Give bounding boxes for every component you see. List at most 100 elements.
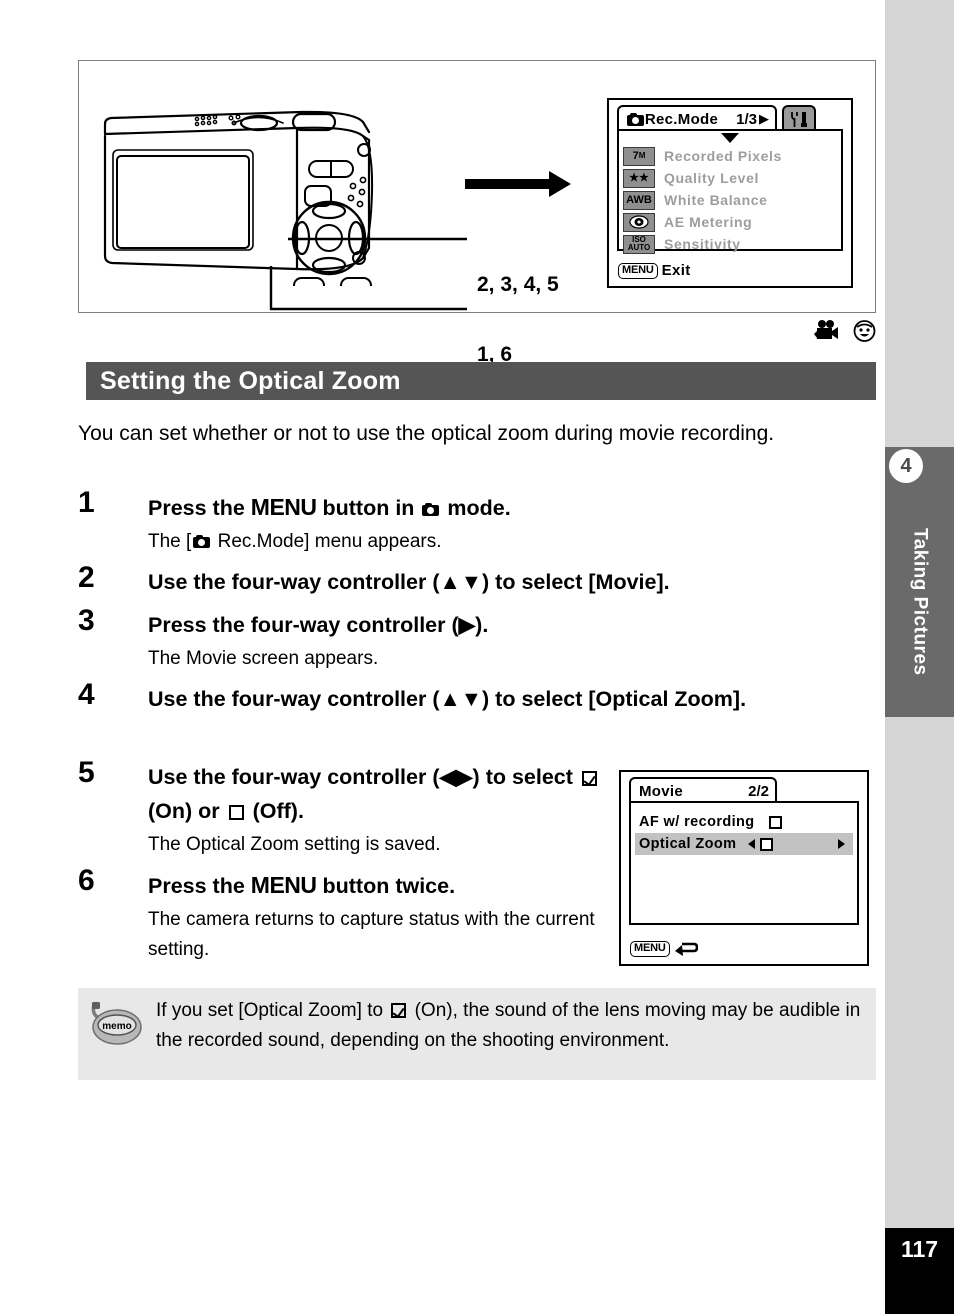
rec-mode-screen: Rec.Mode 1/3 ▶ 7M Recorded Pixels ★★ Qua… <box>607 98 853 288</box>
step-number: 6 <box>78 864 95 897</box>
ae-metering-icon <box>623 212 655 232</box>
rec-mode-list-body: 7M Recorded Pixels ★★ Quality Level AWB … <box>617 129 843 254</box>
chapter-title: Taking Pictures <box>909 528 931 676</box>
section-intro: You can set whether or not to use the op… <box>78 422 775 445</box>
callout-controller-label: 2, 3, 4, 5 <box>477 273 559 296</box>
step-title-part: button in <box>316 496 421 520</box>
section-heading: Setting the Optical Zoom <box>86 362 876 400</box>
menu-chip[interactable]: MENU <box>618 262 658 279</box>
step-description: The [ Rec.Mode] menu appears. <box>148 527 878 557</box>
checkbox-off-icon <box>228 805 244 820</box>
rec-mode-page-indicator: 1/3 <box>736 110 757 128</box>
rec-mode-title: Rec.Mode <box>644 110 719 128</box>
rec-mode-item-label: Recorded Pixels <box>664 148 782 164</box>
step-description: The Optical Zoom setting is saved. <box>148 834 441 855</box>
step-4: 4 Use the four-way controller (▲▼) to se… <box>78 678 878 716</box>
step-5: 5 Use the four-way controller (◀▶) to se… <box>78 756 608 860</box>
step-description: The Movie screen appears. <box>148 648 379 669</box>
movie-mode-icon <box>814 320 838 339</box>
rec-mode-item-quality-level[interactable]: ★★ Quality Level <box>623 167 837 189</box>
step-title: Press the MENU button in mode. <box>148 490 878 525</box>
step-title: Use the four-way controller (▲▼) to sele… <box>148 570 670 594</box>
rec-mode-item-list: 7M Recorded Pixels ★★ Quality Level AWB … <box>623 145 837 255</box>
step-title-part: (On) or <box>148 799 226 823</box>
step-number: 1 <box>78 486 95 519</box>
svg-text:memo: memo <box>102 1021 131 1032</box>
step-number: 3 <box>78 604 95 637</box>
movie-item-optical-zoom[interactable]: Optical Zoom <box>635 833 853 855</box>
rec-mode-tab-row: Rec.Mode 1/3 ▶ <box>614 105 846 131</box>
left-arrow-icon[interactable] <box>748 839 756 849</box>
movie-list-body: AF w/ recording Optical Zoom <box>629 801 859 925</box>
menu-chip[interactable]: MENU <box>630 941 670 957</box>
memo-box: memo If you set [Optical Zoom] to (On), … <box>78 988 876 1080</box>
movie-footer: MENU <box>630 941 698 957</box>
movie-item-value[interactable] <box>748 837 774 851</box>
rec-mode-item-white-balance[interactable]: AWB White Balance <box>623 189 837 211</box>
step-1: 1 Press the MENU button in mode. The [ R… <box>78 486 878 557</box>
setup-wrench-icon <box>790 111 807 127</box>
memo-icon: memo <box>91 1002 142 1045</box>
menu-button-word: MENU <box>250 872 317 898</box>
step-3: 3 Press the four-way controller (▶). The… <box>78 604 878 674</box>
back-arrow-icon <box>674 942 698 956</box>
step-title: Press the four-way controller (▶). <box>148 613 489 637</box>
step-title-part: Press the <box>148 874 251 898</box>
movie-screen: Movie 2/2 AF w/ recording Optical Zoom M… <box>619 770 869 966</box>
movie-page-indicator: 2/2 <box>748 782 769 800</box>
page-right-arrow-icon: ▶ <box>759 111 769 126</box>
memo-text-part: If you set [Optical Zoom] to <box>156 1000 389 1021</box>
rec-mode-item-label: AE Metering <box>664 214 753 230</box>
chapter-number: 4 <box>889 449 923 483</box>
checkbox-on-icon <box>391 1003 407 1018</box>
movie-title: Movie <box>639 782 684 800</box>
camera-icon <box>422 503 440 516</box>
step-desc-part: Rec.Mode] menu appears. <box>212 531 442 552</box>
camera-icon <box>627 112 644 126</box>
step-number: 2 <box>78 561 95 594</box>
rec-mode-item-label: Sensitivity <box>664 236 741 252</box>
camera-icon <box>193 535 211 548</box>
step-number: 4 <box>78 678 95 711</box>
white-balance-icon: AWB <box>623 190 655 210</box>
movie-item-label: AF w/ recording <box>639 814 755 830</box>
step-title-part: mode. <box>441 496 511 520</box>
page-number: 117 <box>885 1228 954 1314</box>
step-title: Use the four-way controller (◀▶) to sele… <box>148 760 608 828</box>
step-2: 2 Use the four-way controller (▲▼) to se… <box>78 561 878 599</box>
checkbox-off-icon[interactable] <box>768 815 782 829</box>
movie-item-list: AF w/ recording Optical Zoom <box>635 811 853 855</box>
menu-button-word: MENU <box>250 494 317 520</box>
movie-item-value[interactable] <box>768 815 782 829</box>
movie-item-label: Optical Zoom <box>639 836 737 852</box>
step-title-part: Use the four-way controller (◀▶) to sele… <box>148 765 579 789</box>
sensitivity-icon: ISO AUTO <box>623 234 655 254</box>
kids-mode-icon <box>853 320 876 342</box>
rec-mode-item-label: White Balance <box>664 192 768 208</box>
movie-active-tab[interactable]: Movie 2/2 <box>629 777 777 803</box>
right-arrow-icon[interactable] <box>838 839 845 849</box>
step-title-part: button twice. <box>316 874 456 898</box>
quality-level-icon: ★★ <box>623 168 655 188</box>
down-caret-icon <box>721 133 739 143</box>
step-title: Use the four-way controller (▲▼) to sele… <box>148 687 747 711</box>
step-title-part: Press the <box>148 496 251 520</box>
step-6: 6 Press the MENU button twice. The camer… <box>78 864 608 965</box>
rec-mode-item-ae-metering[interactable]: AE Metering <box>623 211 837 233</box>
rec-mode-footer: MENU Exit <box>618 262 691 279</box>
movie-item-af-w-recording[interactable]: AF w/ recording <box>635 811 853 833</box>
mode-icon-row <box>813 320 876 342</box>
rec-mode-item-sensitivity[interactable]: ISO AUTO Sensitivity <box>623 233 837 255</box>
step-number: 5 <box>78 756 95 789</box>
checkbox-off-icon[interactable] <box>760 837 774 851</box>
setup-tab[interactable] <box>782 105 816 131</box>
exit-label: Exit <box>661 262 691 279</box>
rec-mode-item-recorded-pixels[interactable]: 7M Recorded Pixels <box>623 145 837 167</box>
step-description: The camera returns to capture status wit… <box>148 909 595 960</box>
rec-mode-active-tab[interactable]: Rec.Mode 1/3 ▶ <box>617 105 777 131</box>
step-title: Press the MENU button twice. <box>148 868 608 903</box>
step-title-part: (Off). <box>246 799 304 823</box>
rec-mode-item-label: Quality Level <box>664 170 759 186</box>
checkbox-on-icon <box>581 771 597 786</box>
step-desc-part: The [ <box>148 531 192 552</box>
